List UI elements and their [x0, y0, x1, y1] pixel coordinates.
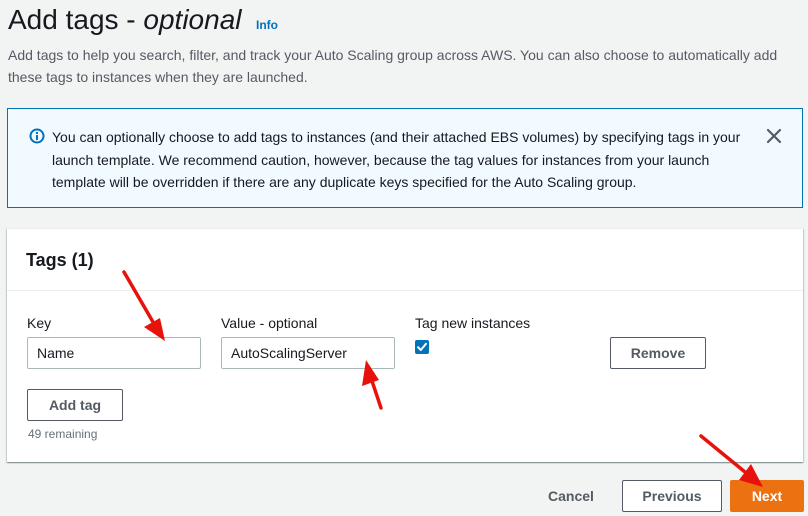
tags-panel-header: Tags (1) — [7, 229, 803, 291]
tag-value-input[interactable] — [221, 337, 395, 369]
alert-message: You can optionally choose to add tags to… — [52, 129, 741, 190]
tag-key-input[interactable] — [27, 337, 201, 369]
page-title-main: Add tags - — [8, 4, 144, 35]
info-icon — [29, 128, 45, 144]
next-button[interactable]: Next — [730, 480, 804, 512]
key-column-label: Key — [27, 315, 52, 331]
remove-tag-button[interactable]: Remove — [610, 337, 706, 369]
tag-new-instances-column-label: Tag new instances — [415, 315, 531, 331]
page-title: Add tags - optional — [8, 2, 242, 38]
tags-remaining-text: 49 remaining — [28, 427, 98, 441]
info-alert: You can optionally choose to add tags to… — [7, 108, 803, 208]
page-title-optional: optional — [143, 4, 242, 35]
tags-panel-title: Tags (1) — [26, 250, 94, 270]
page-description: Add tags to help you search, filter, and… — [8, 47, 778, 85]
add-tag-button[interactable]: Add tag — [27, 389, 123, 421]
tag-new-instances-checkbox[interactable] — [415, 340, 429, 354]
value-column-label: Value - optional — [221, 315, 318, 331]
info-link[interactable]: Info — [256, 18, 278, 32]
checkmark-icon — [417, 342, 427, 351]
close-icon[interactable] — [765, 127, 783, 145]
tags-panel: Tags (1) Key Value - optional Tag new in… — [7, 228, 803, 462]
cancel-button[interactable]: Cancel — [540, 487, 602, 505]
previous-button[interactable]: Previous — [622, 480, 722, 512]
